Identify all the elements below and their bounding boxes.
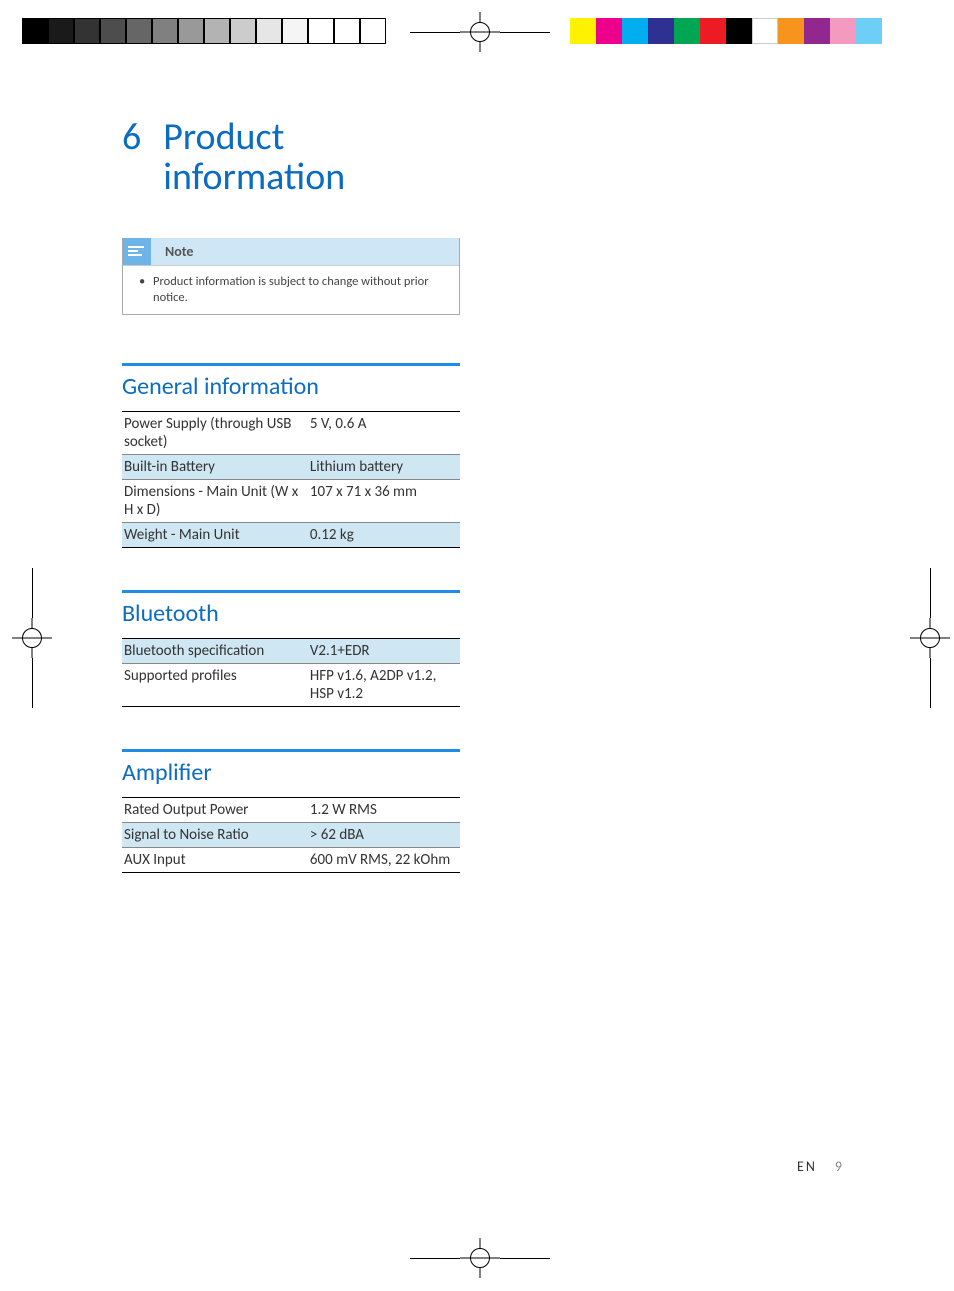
spec-value: > 62 dBA <box>308 823 460 848</box>
section-bluetooth: Bluetooth Bluetooth specificationV2.1+ED… <box>122 590 460 707</box>
footer-language: EN <box>797 1158 817 1175</box>
spec-label: Supported profiles <box>122 664 308 707</box>
crop-line <box>32 658 33 708</box>
crop-line <box>500 32 550 33</box>
spec-value: 1.2 W RMS <box>308 798 460 823</box>
table-row: Rated Output Power1.2 W RMS <box>122 798 460 823</box>
section-rule <box>122 363 460 366</box>
spec-label: Signal to Noise Ratio <box>122 823 308 848</box>
spec-label: Dimensions - Main Unit (W x H x D) <box>122 480 308 523</box>
spec-value: 0.12 kg <box>308 523 460 548</box>
note-label: Note <box>151 238 459 265</box>
spec-label: Rated Output Power <box>122 798 308 823</box>
page-footer: EN 9 <box>122 1158 842 1175</box>
spec-value: Lithium battery <box>308 455 460 480</box>
section-general-information: General information Power Supply (throug… <box>122 363 460 548</box>
registration-mark-icon <box>460 1238 500 1278</box>
note-box: Note Product information is subject to c… <box>122 238 460 316</box>
footer-page-number: 9 <box>835 1158 842 1175</box>
spec-label: AUX Input <box>122 848 308 873</box>
section-title: Amplifier <box>122 758 460 787</box>
grayscale-calibration-bar <box>22 18 386 44</box>
color-calibration-bar <box>570 18 882 44</box>
section-amplifier: Amplifier Rated Output Power1.2 W RMS Si… <box>122 749 460 873</box>
note-icon <box>123 238 151 265</box>
spec-value: V2.1+EDR <box>308 639 460 664</box>
crop-line <box>500 1258 550 1259</box>
table-row: Power Supply (through USB socket)5 V, 0.… <box>122 412 460 455</box>
chapter-heading: 6 Product information <box>122 118 460 198</box>
table-row: Dimensions - Main Unit (W x H x D)107 x … <box>122 480 460 523</box>
table-row: AUX Input600 mV RMS, 22 kOhm <box>122 848 460 873</box>
table-row: Supported profilesHFP v1.6, A2DP v1.2, H… <box>122 664 460 707</box>
spec-label: Power Supply (through USB socket) <box>122 412 308 455</box>
spec-label: Weight - Main Unit <box>122 523 308 548</box>
table-row: Signal to Noise Ratio> 62 dBA <box>122 823 460 848</box>
crop-line <box>410 1258 460 1259</box>
spec-value: HFP v1.6, A2DP v1.2, HSP v1.2 <box>308 664 460 707</box>
crop-line <box>410 32 460 33</box>
section-title: Bluetooth <box>122 599 460 628</box>
spec-table-amplifier: Rated Output Power1.2 W RMS Signal to No… <box>122 797 460 873</box>
registration-mark-icon <box>460 12 500 52</box>
table-row: Bluetooth specificationV2.1+EDR <box>122 639 460 664</box>
section-rule <box>122 749 460 752</box>
note-text: Product information is subject to change… <box>123 274 459 307</box>
table-row: Built-in BatteryLithium battery <box>122 455 460 480</box>
crop-line <box>32 568 33 618</box>
spec-table-general: Power Supply (through USB socket)5 V, 0.… <box>122 411 460 548</box>
spec-table-bluetooth: Bluetooth specificationV2.1+EDR Supporte… <box>122 638 460 707</box>
registration-mark-icon <box>12 618 52 658</box>
chapter-title: Product information <box>163 118 460 198</box>
crop-line <box>930 658 931 708</box>
spec-value: 107 x 71 x 36 mm <box>308 480 460 523</box>
spec-value: 5 V, 0.6 A <box>308 412 460 455</box>
section-rule <box>122 590 460 593</box>
crop-line <box>930 568 931 618</box>
spec-label: Built-in Battery <box>122 455 308 480</box>
chapter-number: 6 <box>122 118 141 198</box>
registration-mark-icon <box>910 618 950 658</box>
spec-label: Bluetooth specification <box>122 639 308 664</box>
table-row: Weight - Main Unit0.12 kg <box>122 523 460 548</box>
section-title: General information <box>122 372 460 401</box>
spec-value: 600 mV RMS, 22 kOhm <box>308 848 460 873</box>
